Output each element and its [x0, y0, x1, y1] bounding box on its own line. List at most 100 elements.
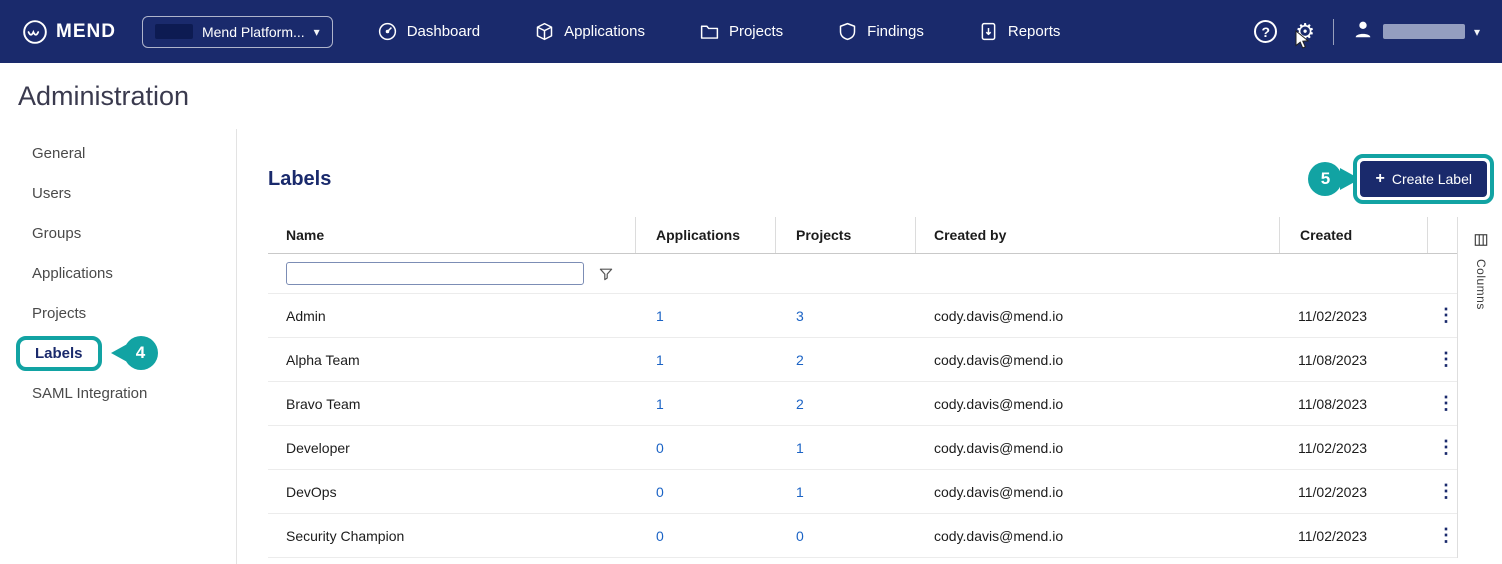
chevron-down-icon: ▾ — [1473, 24, 1480, 39]
annotation-step-5: 5 — [1308, 162, 1343, 196]
table-header-row: Name Applications Projects Created by Cr… — [268, 217, 1457, 254]
sidebar-item-projects[interactable]: Projects — [0, 293, 236, 333]
platform-selector-label: Mend Platform... — [201, 23, 305, 40]
nav-item-label: Reports — [1007, 23, 1061, 40]
cell-created-by: cody.davis@mend.io — [934, 307, 1064, 324]
brand-name: MEND — [56, 20, 116, 42]
cell-created-by: cody.davis@mend.io — [934, 483, 1064, 500]
cell-applications-link[interactable]: 0 — [636, 484, 776, 500]
nav-item-dashboard[interactable]: Dashboard — [377, 21, 480, 42]
row-actions-kebab-icon[interactable]: ⋮ — [1428, 437, 1458, 458]
labels-title-row: Labels 5 + Create Label — [268, 151, 1502, 207]
column-header-created[interactable]: Created — [1280, 217, 1428, 253]
cell-created-date: 11/02/2023 — [1298, 483, 1368, 500]
user-avatar-icon — [1352, 18, 1374, 45]
nav-item-projects[interactable]: Projects — [699, 21, 783, 42]
sidebar-item-labels[interactable]: Labels — [35, 345, 83, 362]
table-row: Admin 1 3 cody.davis@mend.io 11/02/2023 ⋮ — [268, 294, 1457, 338]
primary-nav: Dashboard Applications Projects Findings… — [377, 21, 1061, 42]
settings-gear-icon[interactable]: ⚙ — [1295, 20, 1315, 43]
table-body: Admin 1 3 cody.davis@mend.io 11/02/2023 ⋮ Alph… — [268, 294, 1457, 558]
navbar-divider — [1332, 18, 1334, 45]
sidebar-item-label: Groups — [32, 224, 82, 242]
help-icon[interactable]: ? — [1254, 20, 1278, 43]
cell-projects-link[interactable]: 3 — [776, 308, 916, 324]
cell-applications-link[interactable]: 1 — [636, 308, 776, 324]
columns-control[interactable]: Columns — [1474, 233, 1488, 310]
name-filter-input[interactable] — [286, 262, 584, 285]
cell-projects-link[interactable]: 1 — [776, 484, 916, 500]
cell-name: Admin — [286, 307, 326, 324]
column-header-created-by[interactable]: Created by — [916, 217, 1280, 253]
row-actions-kebab-icon[interactable]: ⋮ — [1428, 349, 1458, 370]
table-row: Security Champion 0 0 cody.davis@mend.io 11/… — [268, 514, 1457, 558]
sidebar-item-label: General — [32, 144, 86, 162]
row-actions-kebab-icon[interactable]: ⋮ — [1428, 393, 1458, 414]
create-label-button-label: Create Label — [1391, 171, 1472, 187]
page-header: Administration — [0, 63, 1502, 129]
column-header-projects[interactable]: Projects — [776, 217, 916, 253]
nav-item-findings[interactable]: Findings — [837, 21, 924, 42]
create-label-callout: 5 + Create Label — [1308, 154, 1494, 204]
cell-created-date: 11/08/2023 — [1298, 351, 1368, 368]
table-row: Developer 0 1 cody.davis@mend.io 11/02/2023 ⋮ — [268, 426, 1457, 470]
annotation-step-4: 4 — [123, 336, 158, 370]
table-row: Alpha Team 1 2 cody.davis@mend.io 11/08/2023… — [268, 338, 1457, 382]
labels-table: Name Applications Projects Created by Cr… — [268, 217, 1458, 558]
sidebar-item-label: Projects — [32, 304, 87, 322]
applications-icon — [534, 21, 555, 42]
cell-projects-link[interactable]: 2 — [776, 352, 916, 368]
annotation-highlight-create-label: + Create Label — [1353, 154, 1494, 204]
cell-created-date: 11/02/2023 — [1298, 307, 1368, 324]
sidebar-item-saml-integration[interactable]: SAML Integration — [0, 373, 236, 413]
cell-applications-link[interactable]: 1 — [636, 396, 776, 412]
cell-created-date: 11/08/2023 — [1298, 395, 1368, 412]
nav-item-applications[interactable]: Applications — [534, 21, 645, 42]
sidebar-item-applications[interactable]: Applications — [0, 253, 236, 293]
platform-selector-dropdown[interactable]: Mend Platform... ▾ — [141, 15, 333, 48]
nav-item-reports[interactable]: Reports — [978, 21, 1061, 42]
chevron-down-icon: ▾ — [313, 24, 320, 39]
row-actions-kebab-icon[interactable]: ⋮ — [1428, 481, 1458, 502]
mend-logo[interactable]: MEND — [22, 19, 116, 45]
cell-applications-link[interactable]: 0 — [636, 528, 776, 544]
nav-item-label: Dashboard — [406, 23, 481, 40]
user-menu[interactable]: ▾ — [1352, 18, 1480, 45]
page-title: Administration — [18, 80, 190, 111]
sidebar-item-users[interactable]: Users — [0, 173, 236, 213]
cell-created-by: cody.davis@mend.io — [934, 439, 1064, 456]
cell-created-by: cody.davis@mend.io — [934, 351, 1064, 368]
cell-applications-link[interactable]: 0 — [636, 440, 776, 456]
dashboard-icon — [377, 21, 398, 42]
column-header-applications[interactable]: Applications — [636, 217, 776, 253]
cell-name: Developer — [286, 439, 350, 456]
nav-item-label: Findings — [867, 23, 924, 40]
filter-funnel-icon[interactable] — [598, 266, 614, 282]
reports-icon — [978, 21, 999, 42]
sidebar-item-groups[interactable]: Groups — [0, 213, 236, 253]
cell-created-by: cody.davis@mend.io — [934, 527, 1064, 544]
create-label-button[interactable]: + Create Label — [1360, 161, 1487, 197]
row-actions-kebab-icon[interactable]: ⋮ — [1428, 305, 1458, 326]
cell-projects-link[interactable]: 1 — [776, 440, 916, 456]
cell-created-date: 11/02/2023 — [1298, 527, 1368, 544]
cell-applications-link[interactable]: 1 — [636, 352, 776, 368]
column-header-actions — [1428, 217, 1458, 253]
cell-projects-link[interactable]: 2 — [776, 396, 916, 412]
columns-control-label: Columns — [1474, 259, 1488, 310]
cell-name: Bravo Team — [286, 395, 361, 412]
sidebar-item-general[interactable]: General — [0, 133, 236, 173]
top-navbar: MEND Mend Platform... ▾ Dashboard Applic… — [0, 0, 1502, 63]
table-filter-row — [268, 254, 1457, 294]
table-row: Bravo Team 1 2 cody.davis@mend.io 11/08/2023… — [268, 382, 1457, 426]
redacted-org-name — [154, 24, 193, 39]
cell-projects-link[interactable]: 0 — [776, 528, 916, 544]
row-actions-kebab-icon[interactable]: ⋮ — [1428, 525, 1458, 546]
sidebar-item-label: Applications — [32, 264, 113, 282]
column-header-name[interactable]: Name — [268, 217, 636, 253]
cell-created-by: cody.davis@mend.io — [934, 395, 1064, 412]
findings-shield-icon — [837, 21, 858, 42]
sidebar-item-labels-row: Labels 4 — [0, 333, 236, 373]
nav-item-label: Applications — [564, 23, 645, 40]
plus-icon: + — [1375, 170, 1385, 187]
